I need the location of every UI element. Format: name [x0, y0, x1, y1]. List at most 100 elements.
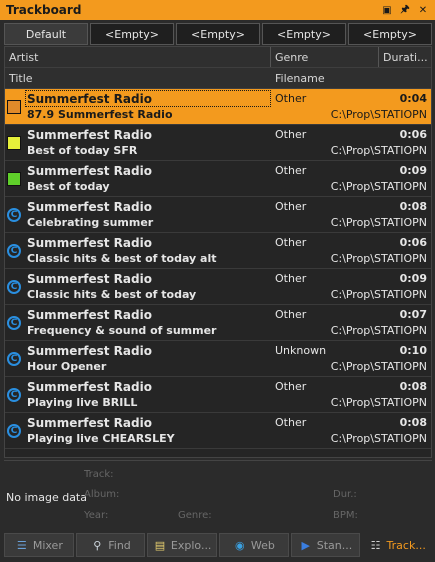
track-artist: Summerfest Radio: [27, 344, 152, 358]
track-title: Hour Opener: [27, 360, 107, 373]
track-row[interactable]: C Summerfest Radio Classic hits & best of …: [5, 269, 431, 305]
tab-mixer-label: Mixer: [32, 538, 63, 552]
tab-empty-2[interactable]: <Empty>: [176, 23, 260, 45]
track-artist: Summerfest Radio: [27, 416, 152, 430]
blue-circle-icon: C: [7, 280, 21, 294]
blue-circle-icon: C: [7, 388, 21, 402]
column-filename[interactable]: Filename: [271, 72, 325, 85]
column-header-secondary: Title Filename: [5, 68, 431, 89]
info-genre-label: Genre:: [178, 510, 212, 521]
track-filename: C:\Prop\STATIOPN: [330, 432, 427, 445]
tab-web[interactable]: ◉ Web: [219, 533, 289, 557]
track-filename: C:\Prop\STATIOPN: [330, 324, 427, 337]
track-genre: Other: [275, 164, 307, 177]
column-header: Artist Genre Durati...: [5, 47, 431, 68]
track-filename: C:\Prop\STATIOPN: [330, 144, 427, 157]
play-icon: ▶: [301, 538, 310, 552]
cover-placeholder: No image data: [6, 491, 87, 504]
info-album-label: Album:: [84, 489, 120, 500]
track-genre: Other: [275, 200, 307, 213]
blue-circle-icon: C: [7, 316, 21, 330]
tab-standard[interactable]: ▶ Stan...: [290, 533, 361, 557]
track-genre: Other: [275, 380, 307, 393]
tab-empty-1[interactable]: <Empty>: [90, 23, 174, 45]
info-year-label: Year:: [84, 510, 109, 521]
pin-icon[interactable]: 🖈︎: [397, 2, 413, 18]
track-info-panel: No image data Track: Album: Year: Genre:…: [4, 460, 432, 530]
column-duration[interactable]: Durati...: [379, 47, 431, 67]
track-filename: C:\Prop\STATIOPN: [330, 360, 427, 373]
tab-empty-4[interactable]: <Empty>: [348, 23, 432, 45]
track-row[interactable]: C Summerfest Radio Classic hits & best of …: [5, 233, 431, 269]
tab-default[interactable]: Default: [4, 23, 88, 45]
tab-trackboard[interactable]: ☷ Track...: [362, 533, 433, 557]
track-title: Classic hits & best of today alt: [27, 252, 217, 265]
column-title[interactable]: Title: [5, 72, 271, 85]
track-genre: Other: [275, 308, 307, 321]
globe-icon: ◉: [235, 538, 245, 552]
track-duration: 0:06: [399, 236, 427, 249]
tab-explorer[interactable]: ▤ Explo...: [147, 533, 218, 557]
track-row[interactable]: C Summerfest Radio Hour Opener Unknown 0:10 C…: [5, 341, 431, 377]
track-filename: C:\Prop\STATIOPN: [330, 252, 427, 265]
tab-find-label: Find: [108, 538, 131, 552]
yellow-square-icon: [7, 136, 21, 150]
track-row[interactable]: C Summerfest Radio Playing live BRILL Other…: [5, 377, 431, 413]
track-artist: Summerfest Radio: [27, 128, 152, 142]
column-genre[interactable]: Genre: [271, 47, 379, 67]
tab-empty-3[interactable]: <Empty>: [262, 23, 346, 45]
track-filename: C:\Prop\STATIOPN: [330, 108, 427, 121]
blue-circle-icon: C: [7, 208, 21, 222]
track-duration: 0:07: [399, 308, 427, 321]
close-icon[interactable]: ✕: [415, 2, 431, 18]
maximize-icon[interactable]: ▣: [379, 2, 395, 18]
window-title: Trackboard: [6, 3, 82, 17]
track-title: Best of today SFR: [27, 144, 138, 157]
track-duration: 0:08: [399, 380, 427, 393]
tab-trackboard-label: Track...: [386, 538, 426, 552]
track-row[interactable]: C Summerfest Radio Playing live CHEARSLEY O…: [5, 413, 431, 449]
tab-find[interactable]: ⚲ Find: [75, 533, 146, 557]
track-artist: Summerfest Radio: [27, 308, 152, 322]
track-row[interactable]: C Summerfest Radio Celebrating summer Other…: [5, 197, 431, 233]
track-duration: 0:06: [399, 128, 427, 141]
track-duration: 0:08: [399, 416, 427, 429]
track-duration: 0:09: [399, 272, 427, 285]
track-title: Best of today: [27, 180, 110, 193]
track-genre: Unknown: [275, 344, 327, 357]
track-row[interactable]: C Summerfest Radio Frequency & sound of su…: [5, 305, 431, 341]
track-artist: Summerfest Radio: [27, 380, 152, 394]
track-row[interactable]: Summerfest Radio Best of today SFR Other 0:…: [5, 125, 431, 161]
track-row[interactable]: Summerfest Radio Best of today Other 0:09 C:…: [5, 161, 431, 197]
track-rows: Summerfest Radio 87.9 Summerfest Radio Oth…: [5, 89, 431, 449]
blue-circle-icon: C: [7, 424, 21, 438]
column-artist[interactable]: Artist: [5, 47, 271, 67]
track-title: Playing live CHEARSLEY: [27, 432, 175, 445]
track-row[interactable]: Summerfest Radio 87.9 Summerfest Radio Oth…: [5, 89, 431, 125]
track-genre: Other: [275, 416, 307, 429]
track-title: Frequency & sound of summer: [27, 324, 217, 337]
track-genre: Other: [275, 128, 307, 141]
green-square-icon: [7, 172, 21, 186]
panel-tabs: ☰ Mixer ⚲ Find ▤ Explo... ◉ Web ▶ Stan..…: [4, 533, 433, 557]
track-genre: Other: [275, 236, 307, 249]
track-duration: 0:04: [399, 92, 427, 105]
info-track-label: Track:: [84, 469, 114, 480]
track-filename: C:\Prop\STATIOPN: [330, 396, 427, 409]
track-duration: 0:08: [399, 200, 427, 213]
info-duration-label: Dur.:: [333, 489, 357, 500]
track-filename: C:\Prop\STATIOPN: [330, 180, 427, 193]
magnifier-icon: ⚲: [93, 538, 102, 552]
track-artist: Summerfest Radio: [27, 200, 152, 214]
track-list[interactable]: Artist Genre Durati... Title Filename Su…: [4, 46, 432, 458]
window-titlebar: Trackboard ▣ 🖈︎ ✕: [0, 0, 435, 20]
track-filename: C:\Prop\STATIOPN: [330, 216, 427, 229]
explorer-icon: ▤: [154, 538, 166, 552]
tab-web-label: Web: [250, 538, 275, 552]
info-bpm-label: BPM:: [333, 510, 358, 521]
orange-square-icon: [7, 100, 21, 114]
blue-circle-icon: C: [7, 352, 21, 366]
track-title: 87.9 Summerfest Radio: [27, 108, 173, 121]
mixer-icon: ☰: [16, 538, 27, 552]
tab-mixer[interactable]: ☰ Mixer: [4, 533, 74, 557]
